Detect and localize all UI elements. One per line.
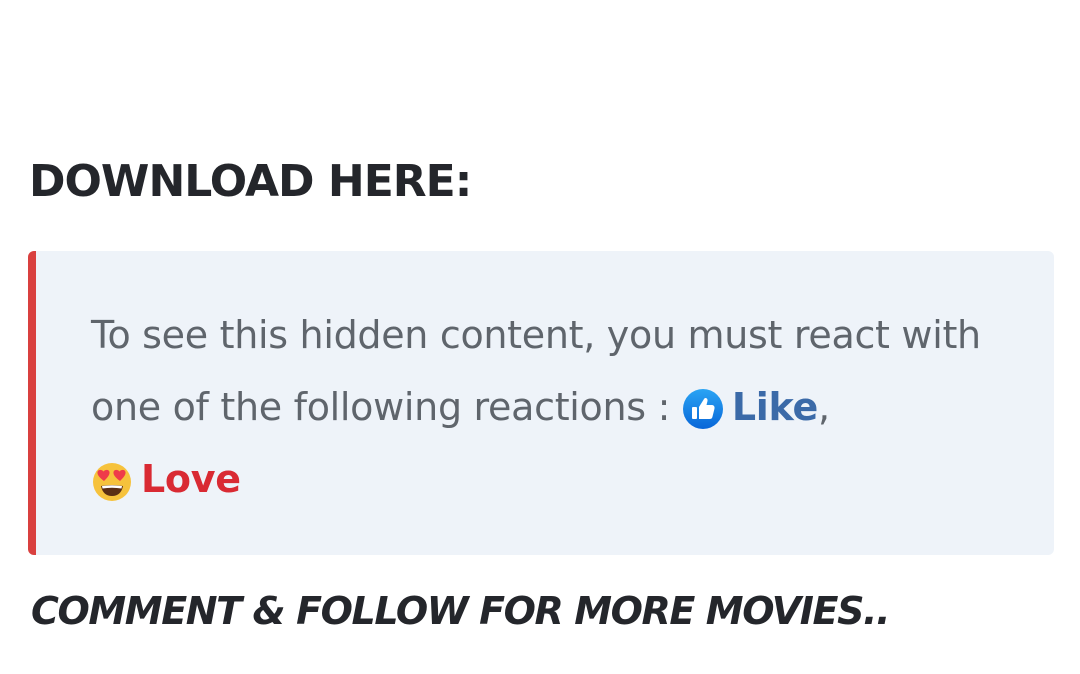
hidden-content-notice: To see this hidden content, you must rea… <box>28 251 1054 555</box>
reaction-separator: , <box>817 385 830 429</box>
reaction-love[interactable]: Love <box>91 457 241 501</box>
notice-message: To see this hidden content, you must rea… <box>91 313 981 429</box>
like-label: Like <box>731 385 818 429</box>
download-heading: DOWNLOAD HERE: <box>29 156 472 207</box>
heart-eyes-icon <box>93 463 131 501</box>
love-label: Love <box>141 457 241 501</box>
comment-follow-note: COMMENT & FOLLOW FOR MORE MOVIES.. <box>31 589 891 633</box>
thumbs-up-icon <box>682 389 723 429</box>
reaction-like[interactable]: Like <box>682 385 818 429</box>
notice-text: To see this hidden content, you must rea… <box>91 299 1014 515</box>
page: DOWNLOAD HERE: To see this hidden conten… <box>0 0 1080 674</box>
